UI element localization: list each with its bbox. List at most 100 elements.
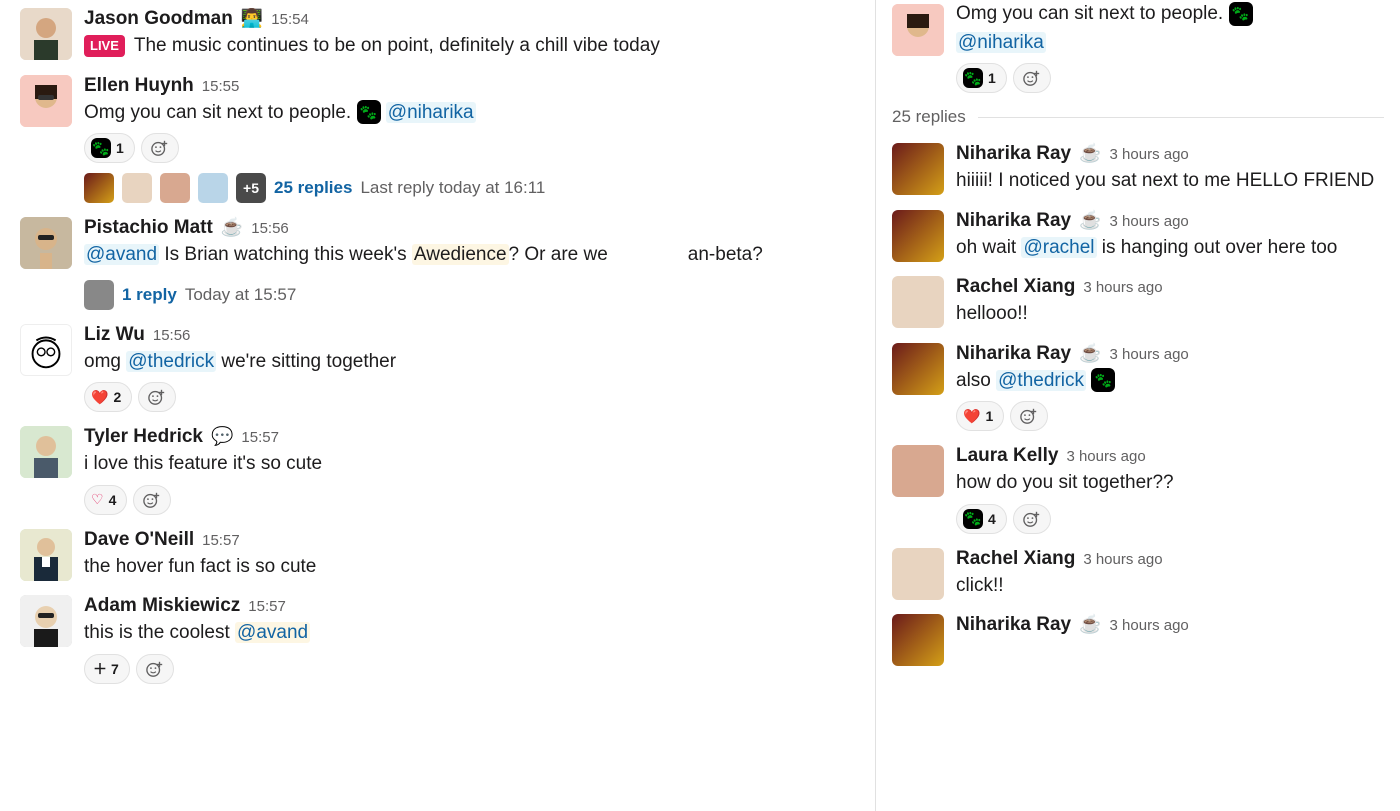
mention[interactable]: @thedrick: [126, 351, 216, 372]
thread-reply: Niharika Ray ☕ 3 hours ago oh wait @rach…: [876, 202, 1400, 269]
sender-name[interactable]: Tyler Hedrick: [84, 426, 203, 448]
reaction-heart[interactable]: ❤️ 2: [84, 382, 132, 412]
timestamp[interactable]: 15:57: [202, 532, 240, 549]
reply-meta: Last reply today at 16:11: [360, 178, 545, 198]
reply-meta: Today at 15:57: [185, 285, 297, 305]
sender-name[interactable]: Adam Miskiewicz: [84, 595, 240, 617]
avatar[interactable]: [892, 143, 944, 195]
timestamp[interactable]: 15:54: [271, 11, 309, 28]
paw-emoji-icon: [1091, 368, 1115, 392]
plus-icon: ＋: [93, 659, 107, 679]
message-body: oh wait @rachel is hanging out over here…: [956, 234, 1384, 263]
message: Liz Wu 15:56 omg @thedrick we're sitting…: [0, 316, 875, 419]
paw-emoji-icon: [357, 100, 381, 124]
sender-name[interactable]: Rachel Xiang: [956, 548, 1075, 570]
thread-summary[interactable]: 1 reply Today at 15:57: [84, 280, 855, 310]
message-body: click!!: [956, 572, 1384, 601]
reaction-paw[interactable]: 4: [956, 504, 1007, 534]
sender-name[interactable]: Jason Goodman: [84, 8, 233, 30]
avatar[interactable]: [20, 217, 72, 269]
reply-count[interactable]: 25 replies: [274, 178, 352, 198]
mention[interactable]: @niharika: [386, 102, 476, 123]
reaction-paw[interactable]: 1: [956, 63, 1007, 93]
sender-name[interactable]: Niharika Ray: [956, 143, 1071, 165]
avatar[interactable]: [892, 614, 944, 666]
avatar[interactable]: [20, 8, 72, 60]
sender-name[interactable]: Rachel Xiang: [956, 276, 1075, 298]
timestamp[interactable]: 15:56: [153, 327, 191, 344]
mention[interactable]: @niharika: [956, 32, 1046, 53]
message-body: Omg you can sit next to people.: [956, 0, 1384, 29]
coffee-emoji-icon: ☕: [1079, 143, 1101, 164]
sender-name[interactable]: Ellen Huynh: [84, 75, 194, 97]
timestamp[interactable]: 15:57: [241, 429, 279, 446]
paw-emoji-icon: [963, 68, 983, 88]
avatar[interactable]: [20, 426, 72, 478]
paw-emoji-icon: [91, 138, 111, 158]
coffee-emoji-icon: ☕: [1079, 210, 1101, 231]
add-reaction-button[interactable]: [136, 654, 174, 684]
sender-name[interactable]: Liz Wu: [84, 324, 145, 346]
avatar[interactable]: [20, 324, 72, 376]
avatar[interactable]: [892, 548, 944, 600]
mention[interactable]: @avand: [84, 244, 159, 265]
message-body: this is the coolest @avand: [84, 619, 855, 648]
timestamp[interactable]: 3 hours ago: [1066, 448, 1145, 465]
message: Pistachio Matt ☕ 15:56 @avand Is Brian w…: [0, 209, 875, 316]
channel-message-list[interactable]: Jason Goodman 👨‍💻 15:54 LIVE The music c…: [0, 0, 876, 811]
sender-name[interactable]: Pistachio Matt: [84, 217, 213, 239]
timestamp[interactable]: 3 hours ago: [1110, 146, 1189, 163]
thread-panel[interactable]: Omg you can sit next to people. @niharik…: [876, 0, 1400, 811]
timestamp[interactable]: 15:56: [251, 220, 289, 237]
thread-summary[interactable]: +5 25 replies Last reply today at 16:11: [84, 173, 855, 203]
coffee-emoji-icon: ☕: [221, 217, 243, 238]
avatar[interactable]: [892, 4, 944, 56]
thread-reply: Niharika Ray ☕ 3 hours ago also @thedric…: [876, 335, 1400, 438]
add-reaction-button[interactable]: [1010, 401, 1048, 431]
add-reaction-button[interactable]: [1013, 504, 1051, 534]
message: Adam Miskiewicz 15:57 this is the cooles…: [0, 587, 875, 690]
timestamp[interactable]: 3 hours ago: [1110, 213, 1189, 230]
add-reaction-button[interactable]: [1013, 63, 1051, 93]
reply-count[interactable]: 1 reply: [122, 285, 177, 305]
sender-name[interactable]: Niharika Ray: [956, 343, 1071, 365]
timestamp[interactable]: 3 hours ago: [1083, 279, 1162, 296]
reaction-plus[interactable]: ＋ 7: [84, 654, 130, 684]
message: Ellen Huynh 15:55 Omg you can sit next t…: [0, 67, 875, 210]
thread-parent-message: Omg you can sit next to people. @niharik…: [876, 0, 1400, 99]
message: Tyler Hedrick 💬 15:57 i love this featur…: [0, 418, 875, 521]
avatar[interactable]: [892, 445, 944, 497]
highlight-text: Awedience: [412, 244, 509, 265]
avatar[interactable]: [20, 75, 72, 127]
avatar[interactable]: [892, 210, 944, 262]
reaction-heart[interactable]: ♡ 4: [84, 485, 127, 515]
avatar[interactable]: [892, 343, 944, 395]
message-body: i love this feature it's so cute: [84, 450, 855, 479]
avatar[interactable]: [892, 276, 944, 328]
timestamp[interactable]: 15:57: [248, 598, 286, 615]
avatar[interactable]: [20, 595, 72, 647]
message-body: how do you sit together??: [956, 469, 1384, 498]
sender-name[interactable]: Dave O'Neill: [84, 529, 194, 551]
mention[interactable]: @thedrick: [996, 370, 1086, 391]
timestamp[interactable]: 15:55: [202, 78, 240, 95]
message-body: omg @thedrick we're sitting together: [84, 348, 855, 377]
live-badge: LIVE: [84, 35, 125, 57]
thread-reply: Niharika Ray ☕ 3 hours ago hiiiii! I not…: [876, 135, 1400, 202]
thread-replies-divider: 25 replies: [876, 99, 1400, 135]
sender-name[interactable]: Niharika Ray: [956, 210, 1071, 232]
mention[interactable]: @avand: [235, 622, 310, 643]
sender-name[interactable]: Laura Kelly: [956, 445, 1058, 467]
reaction-paw[interactable]: 1: [84, 133, 135, 163]
mention[interactable]: @rachel: [1021, 237, 1096, 258]
timestamp[interactable]: 3 hours ago: [1083, 551, 1162, 568]
add-reaction-button[interactable]: [133, 485, 171, 515]
timestamp[interactable]: 3 hours ago: [1110, 346, 1189, 363]
add-reaction-button[interactable]: [141, 133, 179, 163]
add-reaction-button[interactable]: [138, 382, 176, 412]
reply-avatar: [122, 173, 152, 203]
sender-name[interactable]: Niharika Ray: [956, 614, 1071, 636]
timestamp[interactable]: 3 hours ago: [1110, 617, 1189, 634]
avatar[interactable]: [20, 529, 72, 581]
reaction-heart[interactable]: ❤️ 1: [956, 401, 1004, 431]
